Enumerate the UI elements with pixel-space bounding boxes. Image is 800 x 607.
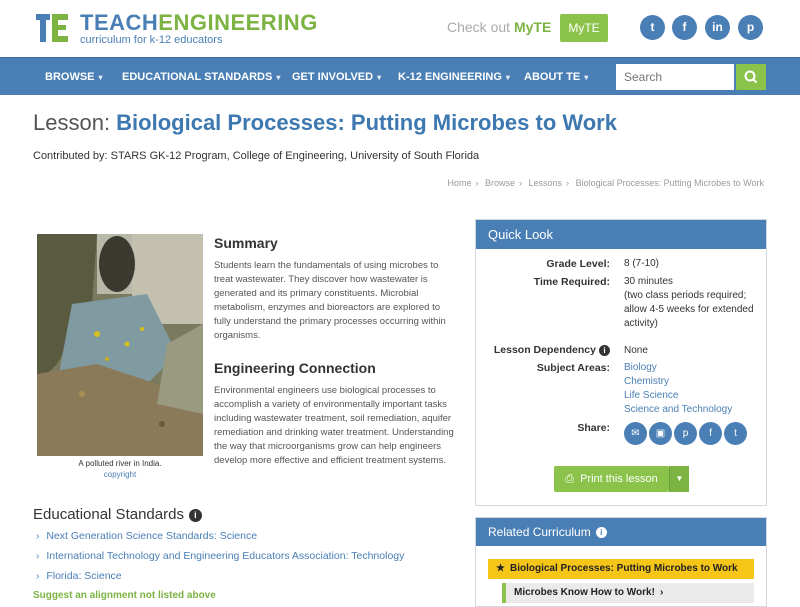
time-required-label: Time Required: bbox=[533, 276, 610, 288]
breadcrumb: Home › Browse › Lessons › Biological Proces… bbox=[447, 178, 764, 188]
standard-link-iteea[interactable]: › International Technology and Engineerin… bbox=[36, 550, 404, 562]
logo-icon bbox=[36, 14, 68, 42]
twitter-icon[interactable]: t bbox=[640, 15, 665, 40]
page-title: Lesson: Biological Processes: Putting Mi… bbox=[33, 110, 617, 135]
info-icon[interactable]: i bbox=[188, 508, 202, 522]
engineering-connection-heading: Engineering Connection bbox=[214, 360, 376, 376]
nav-get-involved[interactable]: GET INVOLVED ▾ bbox=[292, 58, 381, 96]
related-item-current[interactable]: ★ Biological Processes: Putting Microbes … bbox=[488, 559, 754, 579]
subject-link-science-technology[interactable]: Science and Technology bbox=[624, 404, 732, 415]
twitter-share-icon[interactable]: t bbox=[724, 422, 747, 445]
logo-wordmark: TEACHENGINEERING bbox=[80, 10, 318, 35]
chevron-down-icon: ▾ bbox=[505, 73, 510, 82]
grade-level-label: Grade Level: bbox=[546, 258, 610, 270]
breadcrumb-lessons[interactable]: Lessons bbox=[529, 178, 563, 188]
lesson-dependency-value: None bbox=[624, 345, 648, 356]
chevron-right-icon: › bbox=[36, 551, 40, 562]
chevron-down-icon: ▾ bbox=[377, 73, 382, 82]
info-icon[interactable]: i bbox=[599, 344, 610, 356]
lesson-photo[interactable] bbox=[37, 234, 203, 456]
related-curriculum-panel: Related Curriculum i ★ Biological Processe… bbox=[475, 517, 767, 607]
engineering-connection-text: Environmental engineers use biological p… bbox=[214, 385, 454, 466]
contributor-line: Contributed by: STARS GK-12 Program, Col… bbox=[33, 150, 480, 162]
chevron-down-icon: ▾ bbox=[98, 73, 103, 82]
subject-link-life-science[interactable]: Life Science bbox=[624, 390, 678, 401]
time-required-note: (two class periods required; allow 4-5 w… bbox=[624, 290, 754, 329]
summary-heading: Summary bbox=[214, 235, 278, 251]
breadcrumb-home[interactable]: Home bbox=[447, 178, 471, 188]
time-required-value: 30 minutes bbox=[624, 276, 673, 287]
email-share-icon[interactable]: ✉ bbox=[624, 422, 647, 445]
breadcrumb-browse[interactable]: Browse bbox=[485, 178, 515, 188]
quick-look-heading: Quick Look bbox=[476, 220, 766, 249]
chevron-right-icon: › bbox=[659, 587, 664, 598]
facebook-icon[interactable]: f bbox=[672, 15, 697, 40]
share-label: Share: bbox=[577, 422, 610, 434]
print-options-dropdown[interactable]: ▼ bbox=[669, 466, 689, 492]
site-header: TEACHENGINEERING curriculum for k-12 edu… bbox=[0, 0, 800, 56]
breadcrumb-current: Biological Processes: Putting Microbes t… bbox=[575, 178, 764, 188]
chevron-right-icon: › bbox=[36, 571, 40, 582]
nav-browse[interactable]: BROWSE ▾ bbox=[45, 58, 103, 96]
polluted-river-image bbox=[37, 234, 203, 456]
nav-educational-standards[interactable]: EDUCATIONAL STANDARDS ▾ bbox=[122, 58, 280, 96]
search-button[interactable] bbox=[736, 64, 766, 90]
pinterest-icon[interactable]: p bbox=[738, 15, 763, 40]
linkedin-icon[interactable]: in bbox=[705, 15, 730, 40]
logo-tagline: curriculum for k-12 educators bbox=[80, 34, 223, 46]
subject-link-biology[interactable]: Biology bbox=[624, 362, 657, 373]
chevron-down-icon: ▾ bbox=[276, 73, 281, 82]
suggest-alignment-link[interactable]: Suggest an alignment not listed above bbox=[33, 590, 216, 601]
search-icon bbox=[744, 70, 758, 84]
grade-level-value: 8 (7-10) bbox=[624, 258, 660, 269]
info-icon[interactable]: i bbox=[595, 527, 607, 539]
photo-caption: A polluted river in India. bbox=[78, 459, 162, 468]
print-lesson-button[interactable]: ⎙ Print this lesson bbox=[554, 466, 669, 492]
related-item-activity[interactable]: Microbes Know How to Work! › bbox=[502, 583, 754, 603]
image-share-icon[interactable]: ▣ bbox=[649, 422, 672, 445]
chevron-down-icon: ▼ bbox=[675, 474, 684, 483]
nav-about-te[interactable]: ABOUT TE ▾ bbox=[524, 58, 588, 96]
standard-link-florida[interactable]: › Florida: Science bbox=[36, 570, 122, 582]
main-nav: BROWSE ▾ EDUCATIONAL STANDARDS ▾ GET INVOL… bbox=[0, 57, 800, 95]
printer-icon: ⎙ bbox=[565, 473, 575, 485]
facebook-share-icon[interactable]: f bbox=[699, 422, 722, 445]
lesson-dependency-label: Lesson Dependency i bbox=[494, 344, 610, 356]
myte-button[interactable]: MyTE bbox=[560, 14, 608, 42]
star-icon: ★ bbox=[496, 563, 505, 574]
chevron-right-icon: › bbox=[36, 531, 40, 542]
related-curriculum-heading: Related Curriculum i bbox=[476, 518, 766, 546]
subject-areas-label: Subject Areas: bbox=[536, 362, 610, 374]
educational-standards-heading: Educational Standards i bbox=[33, 506, 202, 523]
myte-promo: Check out MyTE bbox=[447, 19, 552, 35]
pinterest-share-icon[interactable]: p bbox=[674, 422, 697, 445]
photo-copyright-link[interactable]: copyright bbox=[37, 470, 203, 479]
summary-text: Students learn the fundamentals of using… bbox=[214, 260, 446, 341]
quick-look-panel: Quick Look Grade Level: 8 (7-10) Time Re… bbox=[475, 219, 767, 506]
subject-link-chemistry[interactable]: Chemistry bbox=[624, 376, 669, 387]
site-logo[interactable]: TEACHENGINEERING curriculum for k-12 edu… bbox=[36, 10, 317, 50]
chevron-down-icon: ▾ bbox=[584, 73, 589, 82]
search-input[interactable] bbox=[616, 64, 734, 90]
standard-link-ngss[interactable]: › Next Generation Science Standards: Scie… bbox=[36, 530, 257, 542]
nav-k12-engineering[interactable]: K-12 ENGINEERING ▾ bbox=[398, 58, 510, 96]
